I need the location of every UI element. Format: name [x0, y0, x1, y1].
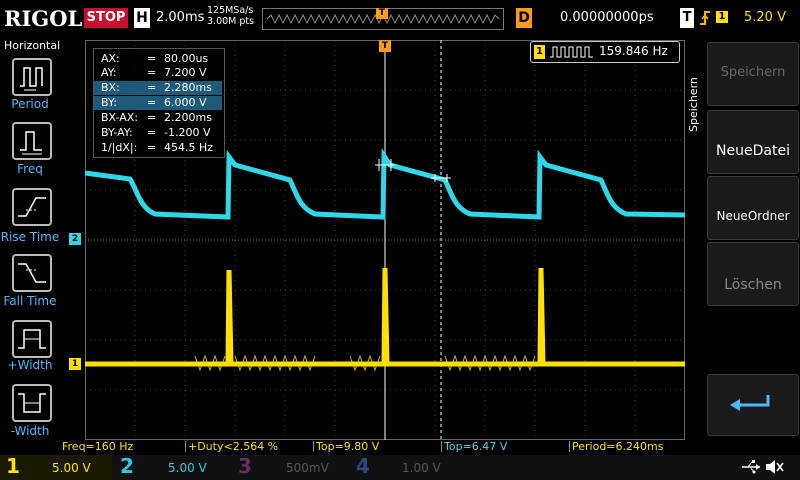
- speaker-muted-icon[interactable]: [764, 458, 784, 480]
- memory-depth: 3.00M pts: [207, 16, 255, 27]
- horizontal-measure-panel: Horizontal Period Freq Rise Time Fall Ti…: [0, 36, 61, 438]
- counter-channel: 1: [534, 45, 545, 59]
- horizontal-label: H: [134, 8, 150, 28]
- memory-position-strip: T: [262, 8, 504, 30]
- positive-width-icon: [18, 329, 46, 349]
- period-label: Period: [11, 97, 49, 111]
- brand-logo: RIGOL: [4, 6, 83, 31]
- cursor-row: AY: = 7.200 V: [101, 66, 207, 79]
- cursor-row: BY-AY: = -1.200 V: [101, 126, 211, 139]
- fall-time-button[interactable]: [12, 254, 52, 292]
- sample-info: 125MSa/s 3.00M pts: [207, 5, 254, 27]
- top-bar: RIGOL STOP H 2.00ms 125MSa/s 3.00M pts T…: [0, 0, 800, 36]
- cursor-row: 1/|dX|: = 454.5 Hz: [101, 141, 214, 154]
- positive-width-button[interactable]: [12, 320, 52, 358]
- rise-time-label: Rise Time: [0, 230, 60, 244]
- cursor-readout-panel: AX: = 80.00us AY: = 7.200 V BX: = 2.280ms BY: =…: [93, 48, 225, 158]
- rising-edge-icon: [698, 8, 712, 32]
- timebase-value[interactable]: 2.00ms: [156, 10, 204, 25]
- measurement-duty[interactable]: +Duty<2.564 %: [185, 440, 278, 453]
- frequency-label: Freq: [17, 162, 43, 176]
- measurement-top-ch1[interactable]: Top=9.80 V: [313, 440, 379, 453]
- cursor-row-highlighted: BY: = 6.000 V: [94, 96, 222, 110]
- cursor-row-highlighted: BX: = 2.280ms: [94, 81, 222, 95]
- fall-time-icon: [18, 263, 46, 283]
- frequency-icon: [20, 131, 42, 155]
- channel-2-setting[interactable]: 2 5.00 V: [114, 454, 226, 480]
- period-icon: [20, 67, 43, 91]
- trigger-time-marker[interactable]: T: [379, 40, 391, 52]
- channel-3-setting[interactable]: 3 500mV: [232, 454, 344, 480]
- trigger-label: T: [680, 8, 694, 28]
- channel-4-setting[interactable]: 4 1.00 V: [350, 454, 462, 480]
- rise-time-icon: [18, 197, 46, 217]
- period-button[interactable]: [12, 58, 52, 96]
- channel-2-offset-marker[interactable]: 2: [69, 233, 81, 245]
- positive-width-label: +Width: [7, 358, 53, 372]
- negative-width-button[interactable]: [12, 384, 52, 422]
- frequency-counter: 1 159.846 Hz: [530, 41, 680, 63]
- measurement-bar: Freq=160 Hz +Duty<2.564 % Top=9.80 V Top…: [60, 440, 685, 453]
- trigger-level[interactable]: 5.20 V: [744, 10, 786, 25]
- new-file-button[interactable]: NeueDatei: [707, 110, 799, 174]
- measurement-freq[interactable]: Freq=160 Hz: [62, 440, 133, 453]
- delay-value[interactable]: 0.00000000ps: [560, 10, 654, 25]
- measurement-top-ch2[interactable]: Top=6.47 V: [441, 440, 507, 453]
- channel-bar: 1 5.00 V 2 5.00 V 3 500mV 4 1.00 V: [0, 454, 800, 480]
- cursor-row: AX: = 80.00us: [101, 52, 209, 65]
- sample-rate: 125MSa/s: [207, 5, 254, 16]
- save-menu: Speichern Speichern NeueDatei NeueOrdner…: [685, 36, 800, 456]
- return-button[interactable]: [707, 374, 799, 436]
- panel-title: Horizontal: [4, 39, 61, 52]
- menu-title: Speichern: [687, 77, 700, 132]
- return-arrow-icon: [730, 395, 770, 411]
- usb-icon: [740, 459, 762, 479]
- trigger-source-channel: 1: [716, 11, 728, 23]
- channel-1-trace: [85, 267, 685, 367]
- frequency-button[interactable]: [12, 122, 52, 160]
- delay-label: D: [516, 8, 532, 28]
- measurement-period[interactable]: Period=6.240ms: [569, 440, 663, 453]
- channel-1-setting[interactable]: 1 5.00 V: [0, 454, 112, 480]
- square-wave-icon: [550, 46, 593, 58]
- new-folder-button[interactable]: NeueOrdner: [707, 176, 799, 240]
- negative-width-label: -Width: [10, 424, 50, 438]
- speichern-button[interactable]: Speichern: [707, 42, 799, 106]
- negative-width-icon: [18, 393, 46, 413]
- fall-time-label: Fall Time: [3, 294, 57, 308]
- rise-time-button[interactable]: [12, 188, 52, 226]
- cursor-row: BX-AX: = 2.200ms: [101, 111, 212, 124]
- run-stop-indicator[interactable]: STOP: [84, 8, 128, 28]
- trigger-position-marker: T: [376, 8, 388, 19]
- channel-1-offset-marker[interactable]: 1: [69, 358, 81, 370]
- counter-value: 159.846 Hz: [599, 44, 668, 58]
- delete-button[interactable]: Löschen: [707, 242, 799, 306]
